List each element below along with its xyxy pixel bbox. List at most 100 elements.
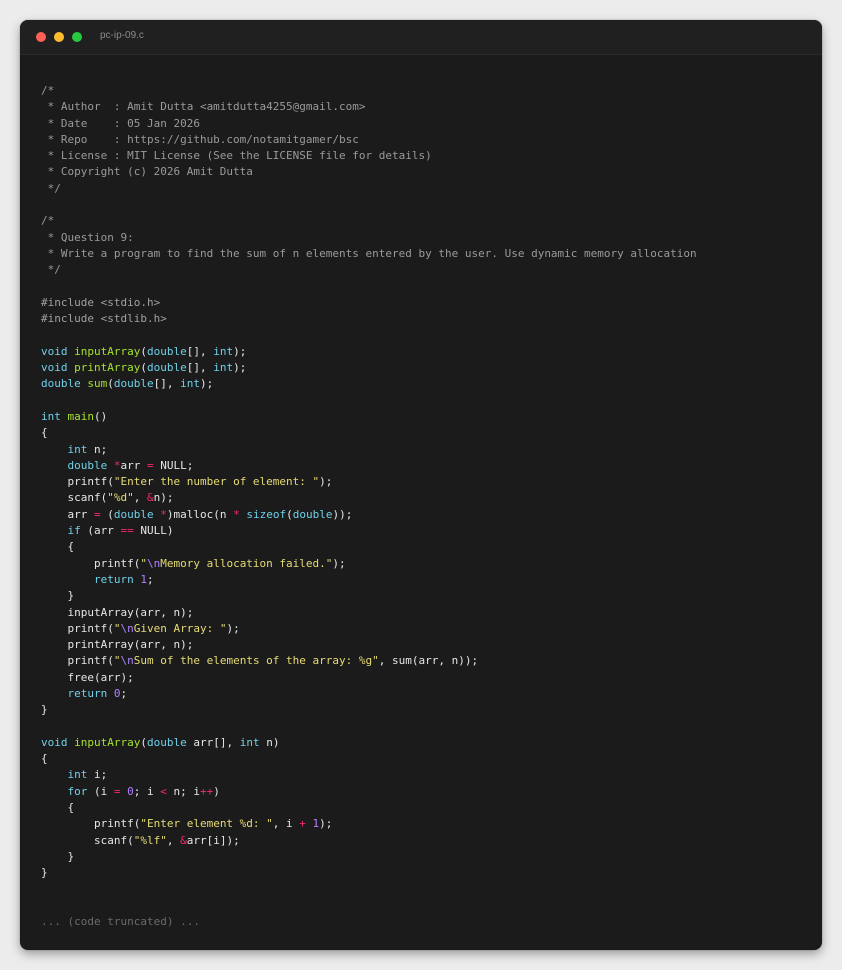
code-token: + <box>299 817 306 831</box>
code-token: void <box>41 735 68 749</box>
code-token: int <box>41 409 61 423</box>
code-window: pc-ip-09.c /* * Author : Amit Dutta <ami… <box>20 20 822 950</box>
code-token: ); <box>319 475 333 489</box>
code-token: == <box>120 524 134 538</box>
code-line: int n; <box>41 442 697 458</box>
code-token: return <box>93 572 134 586</box>
code-token: { <box>41 426 48 440</box>
code-token: * <box>233 507 240 521</box>
code-token: main <box>67 409 95 423</box>
code-token: ( <box>140 735 147 749</box>
code-token: \n <box>120 621 134 635</box>
code-token: return <box>67 686 108 700</box>
code-token: (arr <box>80 524 121 538</box>
code-token: n); <box>153 491 174 505</box>
code-block[interactable]: /* * Author : Amit Dutta <amitdutta4255@… <box>41 83 697 930</box>
title-bar: pc-ip-09.c <box>20 20 822 55</box>
code-token: printArray <box>74 361 141 375</box>
code-token: )); <box>332 507 353 521</box>
code-token: ( <box>286 507 293 521</box>
code-token: int <box>213 361 234 375</box>
code-token: ( <box>140 344 147 358</box>
code-token: ( <box>107 377 114 391</box>
code-line: return 1; <box>41 572 697 588</box>
code-line: * Repo : https://github.com/notamitgamer… <box>41 132 697 148</box>
code-token: ++ <box>200 784 214 798</box>
code-token: 0 <box>127 784 134 798</box>
code-token: ); <box>233 344 247 358</box>
code-token: "Enter element %d: " <box>140 817 273 831</box>
code-line: arr = (double *)malloc(n * sizeof(double… <box>41 507 697 523</box>
code-line: } <box>41 702 697 718</box>
code-token: if <box>67 524 81 538</box>
code-token: ) <box>213 784 220 798</box>
code-token: = <box>93 507 101 521</box>
code-token: double <box>41 377 81 391</box>
code-line: printf("\nSum of the elements of the arr… <box>41 653 697 669</box>
code-line: } <box>41 865 697 881</box>
maximize-window-button[interactable] <box>72 32 82 42</box>
code-token: { <box>41 752 48 766</box>
code-token: free(arr); <box>41 670 134 684</box>
code-line: * License : MIT License (See the LICENSE… <box>41 148 697 164</box>
code-token: void <box>41 344 68 358</box>
code-token: int <box>239 735 260 749</box>
code-line: inputArray(arr, n); <box>41 605 697 621</box>
code-token: } <box>41 866 48 880</box>
code-token: */ <box>41 263 61 277</box>
truncation-notice: ... (code truncated) ... <box>41 915 200 929</box>
code-token: * Author : Amit Dutta <amitdutta4255@gma… <box>41 100 366 114</box>
code-token: printf( <box>41 556 141 570</box>
code-token: #include <stdlib.h> <box>41 312 167 326</box>
code-token: ); <box>332 556 346 570</box>
code-token: \n <box>120 654 134 668</box>
code-token: * License : MIT License (See the LICENSE… <box>41 149 432 163</box>
code-token: printf( <box>41 654 114 668</box>
code-token: 0 <box>113 686 121 700</box>
code-token: Sum of the elements of the array: %g" <box>133 654 379 668</box>
code-line: ... (code truncated) ... <box>41 914 697 930</box>
code-line: * Date : 05 Jan 2026 <box>41 116 697 132</box>
code-token: , <box>133 491 147 505</box>
code-token: i; <box>87 768 108 782</box>
code-token: n; <box>87 442 108 456</box>
code-token: { <box>41 540 75 554</box>
code-token: printArray(arr, n); <box>41 638 194 652</box>
code-token: int <box>67 442 88 456</box>
code-token: 1 <box>140 572 147 586</box>
code-token: double <box>113 377 154 391</box>
code-line: double *arr = NULL; <box>41 458 697 474</box>
close-window-button[interactable] <box>36 32 46 42</box>
code-token: scanf( <box>41 491 108 505</box>
code-token: printf( <box>41 475 114 489</box>
code-token: double <box>292 507 333 521</box>
code-token: "Enter the number of element: " <box>113 475 320 489</box>
code-token: * Question 9: <box>41 230 134 244</box>
code-line: } <box>41 588 697 604</box>
code-token: "%lf" <box>133 833 167 847</box>
code-line: free(arr); <box>41 670 697 686</box>
code-token: double <box>146 361 187 375</box>
code-line: * Copyright (c) 2026 Amit Dutta <box>41 164 697 180</box>
code-line: for (i = 0; i < n; i++) <box>41 784 697 800</box>
code-token: printf( <box>41 817 141 831</box>
code-line: printArray(arr, n); <box>41 637 697 653</box>
code-line: * Write a program to find the sum of n e… <box>41 246 697 262</box>
code-token: ; <box>120 686 128 700</box>
minimize-window-button[interactable] <box>54 32 64 42</box>
code-line: printf("\nGiven Array: "); <box>41 621 697 637</box>
code-token: arr <box>120 458 147 472</box>
code-token: * Copyright (c) 2026 Amit Dutta <box>41 165 253 179</box>
code-token: n) <box>259 735 280 749</box>
